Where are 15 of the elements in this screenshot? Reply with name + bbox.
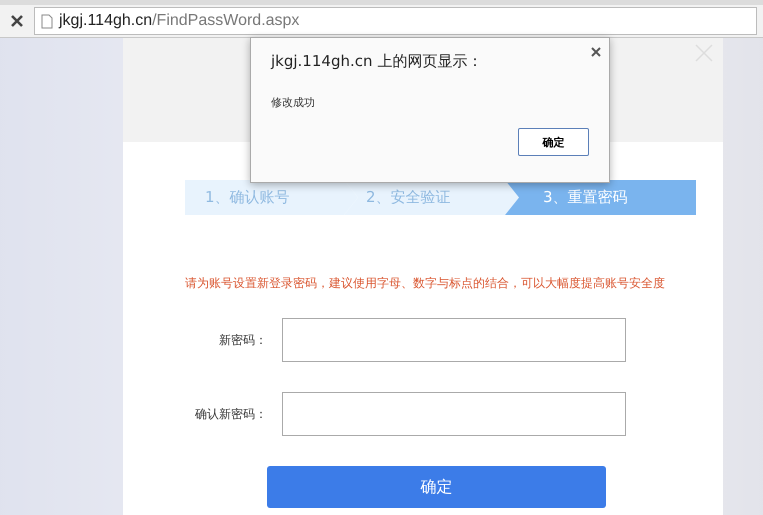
- password-field[interactable]: [282, 318, 626, 362]
- dialog-message: 修改成功: [271, 95, 316, 110]
- field-label: 新密码：: [218, 332, 267, 348]
- hint-text: 请为账号设置新登录密码，建议使用字母、数字与标点的结合，可以大幅度提高账号安全度: [185, 275, 666, 292]
- address-bar[interactable]: jkgj.114gh.cn/FindPassWord.aspx: [34, 7, 757, 35]
- close-icon[interactable]: [10, 14, 24, 28]
- field-label: 确认新密码：: [194, 406, 267, 422]
- ok-button[interactable]: 确定: [518, 128, 589, 156]
- confirm-button[interactable]: 确定: [267, 466, 606, 508]
- dialog-title: jkgj.114gh.cn 上的网页显示：: [271, 52, 484, 71]
- address-path: /FindPassWord.aspx: [152, 12, 300, 30]
- address-host: jkgj.114gh.cn: [59, 12, 152, 30]
- page-icon: [41, 14, 53, 28]
- password-field[interactable]: [282, 392, 626, 436]
- close-icon[interactable]: [591, 47, 601, 57]
